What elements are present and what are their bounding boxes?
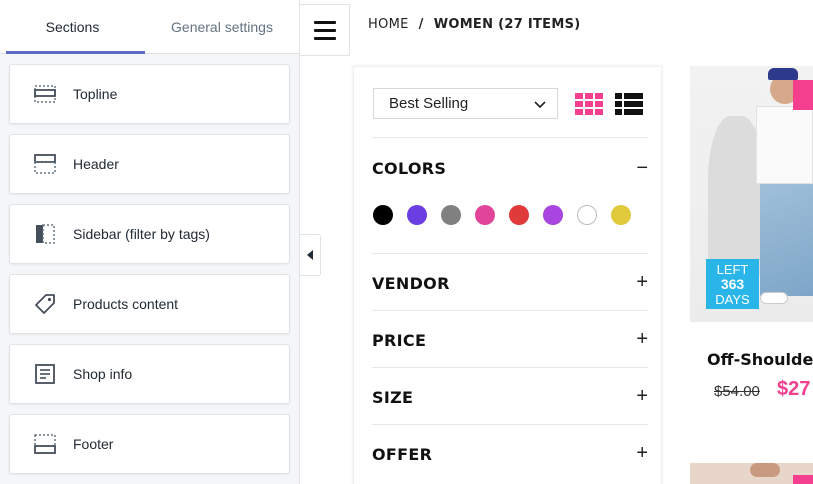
sort-select[interactable]: Best Selling	[373, 88, 558, 119]
tag-icon	[34, 293, 56, 315]
expand-toggle[interactable]: +	[636, 329, 648, 349]
section-label: Header	[73, 156, 119, 172]
tab-general-settings[interactable]: General settings	[145, 0, 299, 53]
countdown-days-count: 363	[720, 276, 745, 292]
filter-title: SIZE	[372, 388, 414, 407]
list-view-icon[interactable]	[615, 93, 643, 115]
document-icon	[34, 363, 56, 385]
hamburger-line	[313, 28, 336, 32]
section-label: Products content	[73, 296, 179, 312]
product-title[interactable]: Off-Shoulde	[707, 350, 813, 369]
collapse-toggle[interactable]: −	[636, 158, 648, 178]
collapse-sidebar-button[interactable]	[300, 234, 321, 276]
countdown-days-label: DAYS	[715, 292, 750, 307]
section-label: Topline	[73, 86, 118, 102]
product-old-price: $54.00	[714, 383, 760, 400]
section-item-header[interactable]: Header	[9, 134, 290, 194]
breadcrumb: HOME / WOMEN (27 ITEMS)	[368, 17, 581, 32]
section-item-topline[interactable]: Topline	[9, 64, 290, 124]
filter-title: COLORS	[372, 159, 447, 178]
color-swatch-gray[interactable]	[441, 205, 461, 225]
image-figure-shoe	[760, 292, 788, 304]
section-item-footer[interactable]: Footer	[9, 414, 290, 474]
color-swatch-white[interactable]	[577, 205, 597, 225]
image-hand	[750, 463, 780, 477]
product-sale-price: $27	[777, 378, 811, 400]
filter-offer[interactable]: OFFER +	[372, 424, 648, 481]
caret-left-icon	[307, 250, 313, 260]
expand-toggle[interactable]: +	[636, 443, 648, 463]
filter-price[interactable]: PRICE +	[372, 310, 648, 367]
countdown-badge: LEFT 363 DAYS	[706, 259, 759, 309]
section-label: Sidebar (filter by tags)	[73, 226, 210, 242]
filter-colors: COLORS −	[372, 137, 648, 253]
color-swatches	[373, 205, 631, 225]
breadcrumb-current: WOMEN (27 ITEMS)	[433, 17, 581, 32]
filter-vendor[interactable]: VENDOR +	[372, 253, 648, 310]
filter-panel: Best Selling COLORS − VENDOR + PRICE + S…	[353, 66, 662, 484]
hamburger-line	[313, 20, 336, 24]
hamburger-line	[313, 36, 336, 40]
color-swatch-yellow[interactable]	[611, 205, 631, 225]
section-item-shop-info[interactable]: Shop info	[9, 344, 290, 404]
header-icon	[34, 153, 56, 175]
section-label: Footer	[73, 436, 114, 452]
countdown-left-label: LEFT	[716, 262, 749, 277]
color-swatch-purple[interactable]	[543, 205, 563, 225]
topline-icon	[34, 83, 56, 105]
section-label: Shop info	[73, 366, 133, 382]
footer-icon	[34, 433, 56, 455]
menu-hamburger-button[interactable]	[300, 4, 350, 56]
color-swatch-blue-violet[interactable]	[407, 205, 427, 225]
filter-title: OFFER	[372, 445, 433, 464]
expand-toggle[interactable]: +	[636, 386, 648, 406]
filter-title: PRICE	[372, 331, 427, 350]
color-swatch-black[interactable]	[373, 205, 393, 225]
filter-size[interactable]: SIZE +	[372, 367, 648, 424]
section-list: Topline Header Sidebar (filter by tags) …	[0, 54, 299, 474]
expand-toggle[interactable]: +	[636, 272, 648, 292]
sale-tag	[793, 80, 813, 110]
image-figure-top	[756, 106, 813, 184]
filter-title: VENDOR	[372, 274, 450, 293]
theme-editor-sidebar: Sections General settings Topline Header…	[0, 0, 300, 484]
color-swatch-pink[interactable]	[475, 205, 495, 225]
chevron-down-icon	[534, 101, 546, 109]
tab-sections[interactable]: Sections	[0, 0, 145, 54]
image-figure-cap	[768, 68, 798, 80]
color-swatch-red[interactable]	[509, 205, 529, 225]
product-image-next[interactable]	[690, 463, 813, 484]
image-figure-jeans	[760, 184, 813, 296]
section-item-sidebar[interactable]: Sidebar (filter by tags)	[9, 204, 290, 264]
editor-tabs: Sections General settings	[0, 0, 299, 54]
section-item-products-content[interactable]: Products content	[9, 274, 290, 334]
sale-tag	[793, 475, 813, 484]
breadcrumb-separator: /	[418, 17, 424, 32]
sort-selected-value: Best Selling	[389, 95, 469, 112]
grid-view-icon[interactable]	[575, 93, 603, 115]
sidebar-icon	[34, 223, 56, 245]
breadcrumb-home-link[interactable]: HOME	[368, 17, 409, 32]
